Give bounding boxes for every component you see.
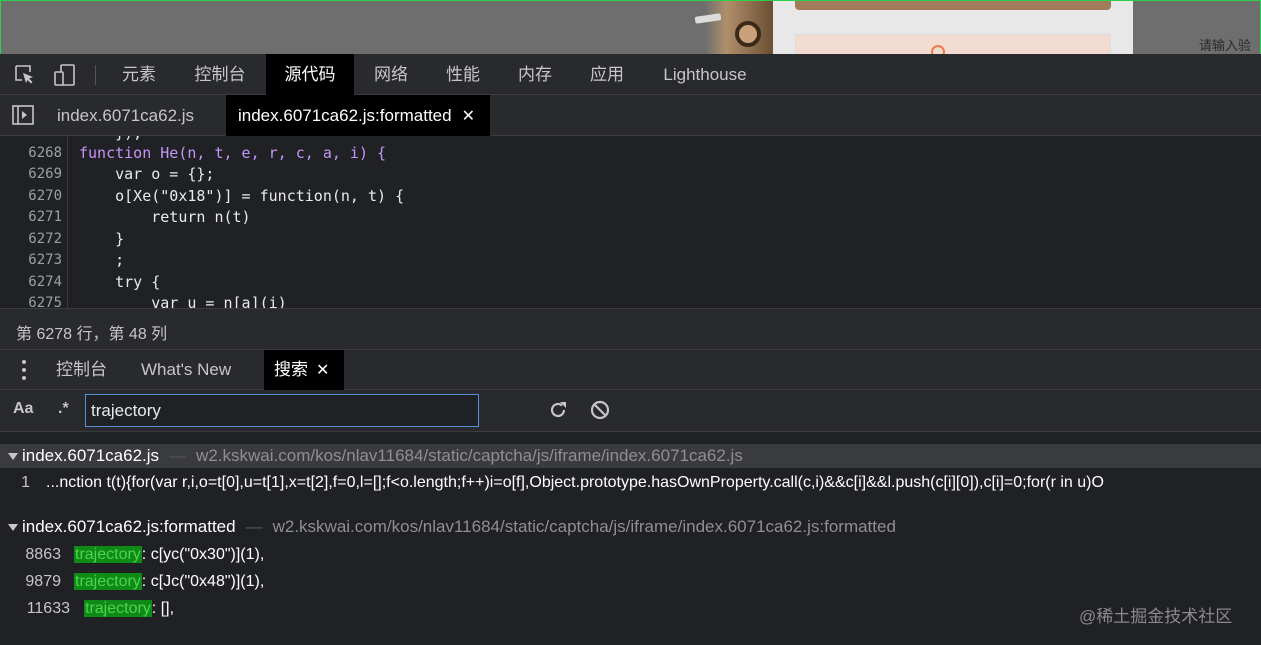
more-options-icon[interactable]	[20, 360, 28, 382]
captcha-panel	[795, 34, 1111, 59]
editor-status-bar: 第 6278 行，第 48 列	[0, 308, 1261, 350]
close-icon[interactable]: ✕	[462, 96, 475, 137]
code-line: return n(t)	[79, 208, 251, 226]
line-gutter: 6267 6268 6269 6270 6271 6272 6273 6274 …	[0, 136, 68, 308]
toolbar-separator	[95, 65, 96, 85]
cursor-position: 第 6278 行，第 48 列	[16, 326, 168, 343]
webpage-hint-text: 请输入验	[1199, 38, 1252, 53]
match-highlight: trajectory	[84, 600, 152, 617]
file-tab-index-formatted[interactable]: index.6071ca62.js:formatted ✕	[226, 95, 490, 136]
refresh-icon[interactable]	[548, 400, 568, 420]
match-highlight: trajectory	[74, 573, 142, 590]
clear-icon[interactable]	[590, 400, 610, 420]
result-match-row[interactable]: 11633 trajectory: [],	[0, 595, 1261, 622]
tab-sources[interactable]: 源代码	[266, 54, 354, 95]
code-line: });	[79, 136, 142, 142]
tab-performance[interactable]: 性能	[432, 54, 494, 95]
regex-toggle[interactable]: .*	[58, 400, 69, 418]
tab-network[interactable]: 网络	[360, 54, 422, 95]
line-number: 6269	[28, 166, 62, 182]
search-toolbar: Aa .*	[0, 390, 1261, 432]
devtools-main-toolbar: 元素 控制台 源代码 网络 性能 内存 应用 Lighthouse	[0, 54, 1261, 95]
tab-elements[interactable]: 元素	[106, 54, 172, 95]
drawer-tab-search-label: 搜索	[274, 360, 308, 379]
expand-triangle-icon	[8, 453, 18, 461]
toggle-navigator-icon[interactable]	[12, 105, 34, 125]
code-line: function He(n, t, e, r, c, a, i) {	[79, 144, 387, 162]
tab-application[interactable]: 应用	[576, 54, 638, 95]
line-number: 6274	[28, 274, 62, 290]
line-number: 6268	[28, 145, 62, 161]
sources-file-tabs: index.6071ca62.js index.6071ca62.js:form…	[0, 95, 1261, 136]
webpage-photo	[669, 1, 773, 55]
code-line: }	[79, 230, 125, 248]
result-match-row[interactable]: 9879 trajectory: c[Jc("0x48")](1),	[0, 568, 1261, 595]
tab-memory[interactable]: 内存	[504, 54, 566, 95]
line-number: 6272	[28, 231, 62, 247]
inspect-element-icon[interactable]	[14, 64, 36, 86]
line-number: 6275	[28, 295, 62, 308]
tab-console[interactable]: 控制台	[180, 54, 260, 95]
code-line: try {	[79, 273, 161, 291]
code-editor[interactable]: 6267 6268 6269 6270 6271 6272 6273 6274 …	[0, 136, 1261, 308]
tab-lighthouse[interactable]: Lighthouse	[650, 54, 760, 95]
code-line: var o = {};	[79, 165, 215, 183]
watermark: @稀土掘金技术社区	[1079, 607, 1233, 626]
result-file-header[interactable]: index.6071ca62.js:formatted — w2.kskwai.co…	[0, 515, 1261, 539]
expand-triangle-icon	[8, 524, 18, 532]
code-line: ;	[79, 251, 125, 269]
line-number: 6270	[28, 188, 62, 204]
drawer-tab-search[interactable]: 搜索 ✕	[264, 350, 344, 390]
match-highlight: trajectory	[74, 546, 142, 563]
drawer-tabs: 控制台 What's New 搜索 ✕	[0, 350, 1261, 390]
line-number: 6273	[28, 252, 62, 268]
close-icon[interactable]: ✕	[316, 351, 329, 391]
line-number: 6267	[0, 136, 62, 140]
code-line: o[Xe("0x18")] = function(n, t) {	[79, 187, 405, 205]
drawer-tab-whats-new[interactable]: What's New	[131, 350, 241, 390]
webpage-image	[795, 1, 1111, 10]
search-results: index.6071ca62.js — w2.kskwai.com/kos/nlav…	[0, 433, 1261, 645]
result-match-row[interactable]: 8863 trajectory: c[yc("0x30")](1),	[0, 541, 1261, 568]
result-match-row[interactable]: 1 ...nction t(t){for(var r,i,o=t[0],u=t[1…	[0, 469, 1261, 496]
webpage-preview: 请输入验	[0, 0, 1261, 59]
code-line: var u = n[a](i)	[79, 294, 287, 308]
result-file-header[interactable]: index.6071ca62.js — w2.kskwai.com/kos/nlav…	[0, 444, 1261, 468]
match-case-toggle[interactable]: Aa	[13, 400, 33, 418]
file-tab-index-js[interactable]: index.6071ca62.js	[45, 95, 206, 136]
file-tab-label: index.6071ca62.js:formatted	[238, 106, 452, 125]
drawer-tab-console[interactable]: 控制台	[46, 350, 117, 390]
line-number: 6271	[28, 209, 62, 225]
device-toolbar-icon[interactable]	[54, 64, 76, 86]
search-input[interactable]	[85, 394, 479, 427]
